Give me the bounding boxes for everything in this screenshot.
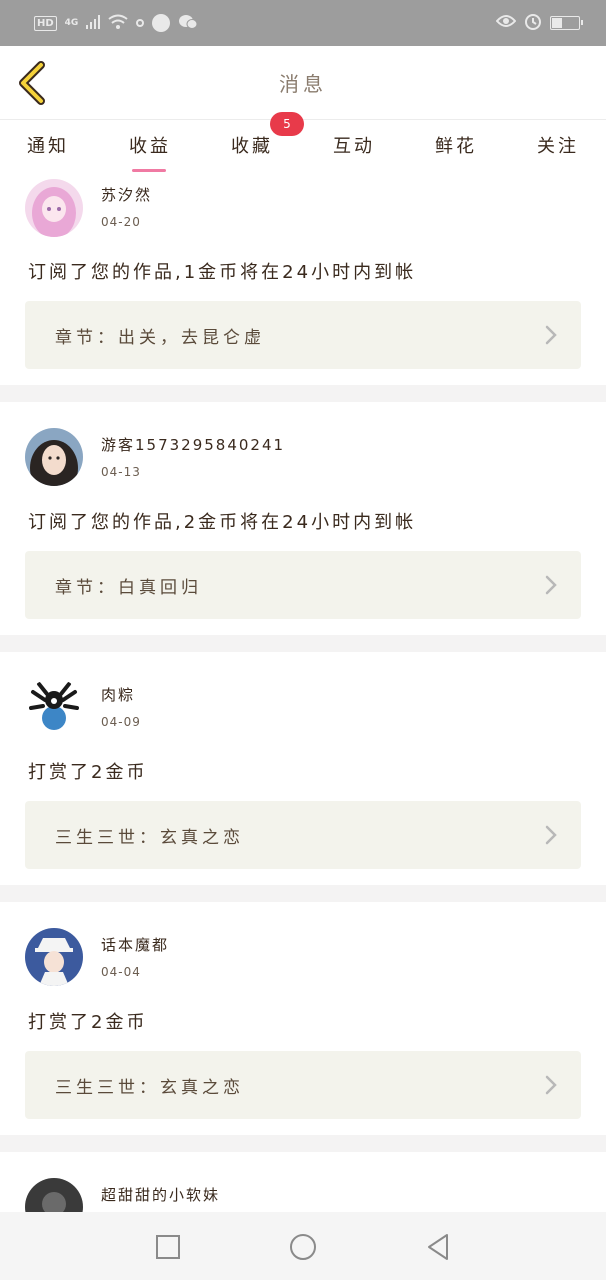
signal-icon (86, 14, 101, 32)
chevron-right-icon (545, 325, 557, 345)
message-text: 打赏了2金币 (28, 762, 148, 783)
system-nav-bar (0, 1212, 606, 1280)
message-date: 04-04 (101, 965, 141, 979)
work-title: 章节：白真回归 (55, 578, 202, 598)
status-bar: HD 4G (0, 0, 606, 46)
triangle-back-icon (428, 1234, 448, 1260)
eye-icon (495, 14, 517, 32)
user-name: 苏汐然 (101, 186, 153, 204)
tab-following[interactable]: 关注 (518, 132, 598, 158)
user-name: 游客1573295840241 (101, 436, 286, 454)
work-link[interactable]: 三生三世：玄真之恋 (25, 1051, 581, 1119)
work-link[interactable]: 三生三世：玄真之恋 (25, 801, 581, 869)
circle-icon (290, 1234, 316, 1260)
message-card: 话本魔都 04-04 打赏了2金币 三生三世：玄真之恋 (0, 902, 606, 1135)
home-button[interactable] (286, 1230, 320, 1264)
user-name: 肉粽 (101, 686, 136, 704)
message-date: 04-13 (101, 465, 141, 479)
tab-flowers[interactable]: 鲜花 (416, 132, 496, 158)
work-title: 三生三世：玄真之恋 (55, 1078, 244, 1098)
page-title: 消息 (279, 72, 327, 96)
message-card: 肉粽 04-09 打赏了2金币 三生三世：玄真之恋 (0, 652, 606, 885)
back-nav-button[interactable] (421, 1230, 455, 1264)
message-text: 打赏了2金币 (28, 1012, 148, 1033)
card-separator (0, 635, 606, 652)
avatar[interactable] (25, 928, 83, 986)
work-title: 章节：出关，去昆仑虚 (55, 328, 265, 348)
network-indicator: 4G (64, 18, 79, 28)
message-card: 游客1573295840241 04-13 订阅了您的作品,2金币将在24小时内… (0, 402, 606, 635)
avatar[interactable] (25, 428, 83, 486)
wifi-icon (108, 14, 128, 33)
message-date: 04-09 (101, 715, 141, 729)
work-link[interactable]: 章节：白真回归 (25, 551, 581, 619)
anime-boy-avatar-icon (25, 928, 83, 986)
message-card: 超甜甜的小软妹 (0, 1152, 606, 1212)
hd-indicator: HD (34, 15, 57, 31)
tab-notifications[interactable]: 通知 (8, 132, 88, 158)
message-card: 苏汐然 04-20 订阅了您的作品,1金币将在24小时内到帐 章节：出关，去昆仑… (0, 172, 606, 385)
chevron-right-icon (545, 825, 557, 845)
user-name: 超甜甜的小软妹 (101, 1186, 221, 1204)
square-icon (156, 1235, 180, 1259)
message-text: 订阅了您的作品,2金币将在24小时内到帐 (28, 512, 417, 533)
notification-dot-icon (136, 19, 145, 27)
card-separator (0, 885, 606, 902)
tab-interactions[interactable]: 互动 (314, 132, 394, 158)
avatar[interactable] (25, 179, 83, 237)
avatar[interactable] (25, 1178, 83, 1212)
battery-icon (550, 16, 583, 30)
wechat-icon (178, 14, 198, 33)
work-link[interactable]: 章节：出关，去昆仑虚 (25, 301, 581, 369)
message-text: 订阅了您的作品,1金币将在24小时内到帐 (28, 262, 417, 283)
dark-avatar-icon (25, 1178, 83, 1212)
chevron-right-icon (545, 1075, 557, 1095)
girl-portrait-avatar-icon (25, 428, 83, 486)
favorites-badge: 5 (270, 112, 304, 136)
header: 消息 (0, 46, 606, 120)
card-separator (0, 1135, 606, 1152)
panda-meme-avatar-icon (25, 678, 83, 736)
alarm-icon (524, 12, 542, 34)
message-date: 04-20 (101, 215, 141, 229)
message-feed[interactable]: 苏汐然 04-20 订阅了您的作品,1金币将在24小时内到帐 章节：出关，去昆仑… (0, 172, 606, 1212)
app-notification-icon (152, 14, 171, 32)
tab-bar: 通知 收益 收藏 5 互动 鲜花 关注 (0, 112, 606, 172)
tab-earnings[interactable]: 收益 (110, 132, 190, 172)
pink-hair-girl-avatar-icon (25, 179, 83, 237)
work-title: 三生三世：玄真之恋 (55, 828, 244, 848)
card-separator (0, 385, 606, 402)
user-name: 话本魔都 (101, 936, 170, 954)
avatar[interactable] (25, 678, 83, 736)
recent-apps-button[interactable] (151, 1230, 185, 1264)
chevron-right-icon (545, 575, 557, 595)
